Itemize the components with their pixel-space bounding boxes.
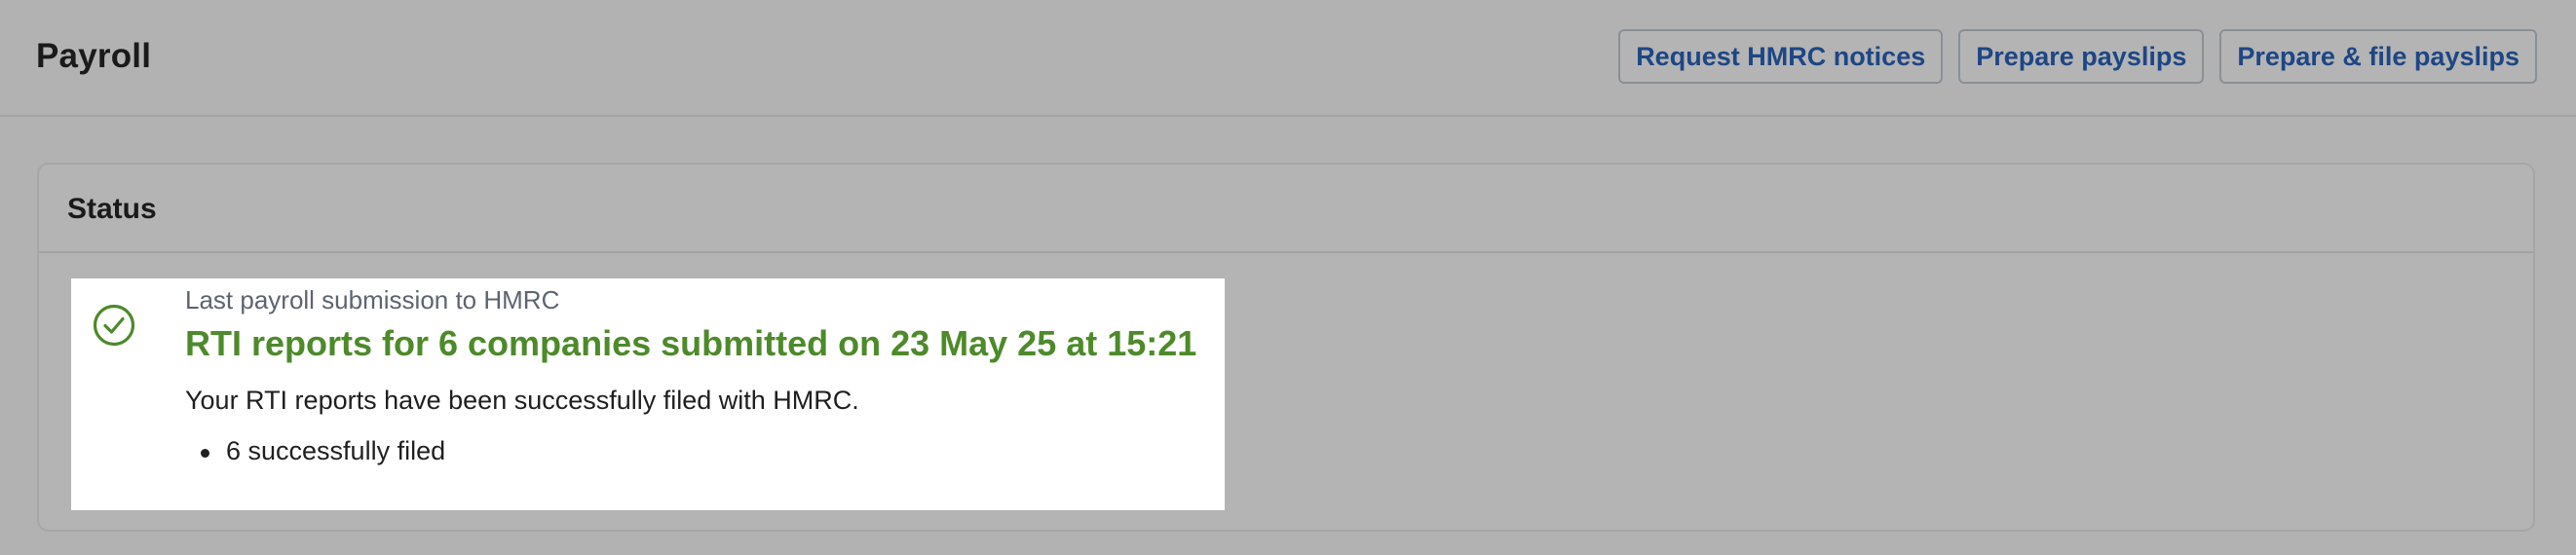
submission-headline: RTI reports for 6 companies submitted on… — [185, 323, 1197, 363]
status-panel-title: Status — [67, 193, 157, 225]
submission-status-card: Last payroll submission to HMRC RTI repo… — [71, 278, 1225, 510]
status-panel: Status Last payroll submission to HMRC R… — [37, 163, 2535, 532]
header-actions: Request HMRC notices Prepare payslips Pr… — [1618, 29, 2537, 84]
submission-subtitle: Last payroll submission to HMRC — [185, 285, 560, 314]
page-title: Payroll — [36, 37, 152, 75]
page-header: Payroll Request HMRC notices Prepare pay… — [0, 0, 2576, 117]
status-panel-header: Status — [39, 165, 2533, 253]
filed-summary-list: 6 successfully filed — [185, 436, 445, 466]
prepare-payslips-button[interactable]: Prepare payslips — [1958, 29, 2205, 84]
check-circle-icon — [93, 304, 135, 347]
prepare-and-file-payslips-button[interactable]: Prepare & file payslips — [2219, 29, 2537, 84]
list-item: 6 successfully filed — [185, 436, 445, 466]
submission-description: Your RTI reports have been successfully … — [185, 386, 859, 415]
request-hmrc-notices-button[interactable]: Request HMRC notices — [1618, 29, 1944, 84]
